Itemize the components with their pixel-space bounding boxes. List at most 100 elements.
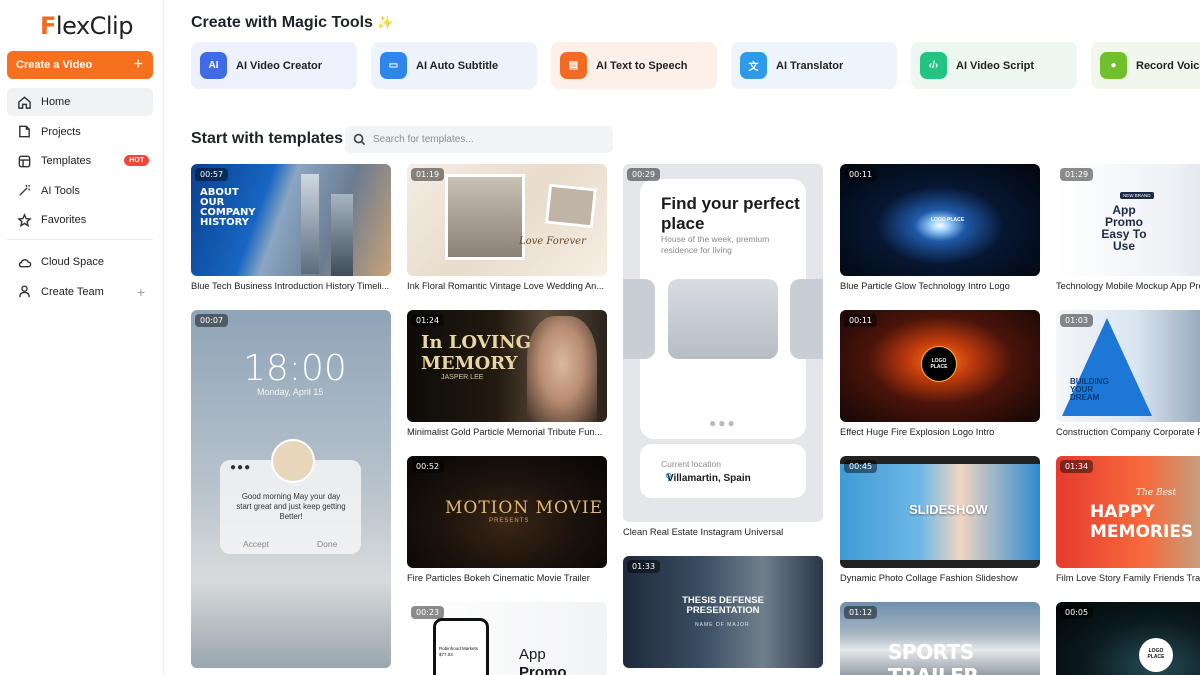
template-card-thesis[interactable]: 01:33 THESIS DEFENSE PRESENTATION NAME O…	[623, 556, 823, 668]
couple-photo	[545, 183, 597, 229]
template-card-real-estate[interactable]: ●●● 00:29 Find your perfect place House …	[623, 164, 823, 537]
thumbnail-text: Love Forever	[519, 236, 586, 247]
template-thumbnail[interactable]: 01:29 NEW BRAND App Promo Easy To Use	[1056, 164, 1200, 276]
template-title: Effect Huge Fire Explosion Logo Intro	[840, 427, 995, 437]
phone-text: Robinhood Markets $77.03	[439, 646, 479, 657]
tool-ai-translator[interactable]: 文 AI Translator	[731, 42, 897, 89]
tool-label: AI Video Script	[956, 59, 1035, 72]
duration-badge: 01:24	[411, 314, 445, 327]
template-card-clock[interactable]: 00:07 18:00 Monday, April 15 ●●● Good mo…	[191, 310, 391, 668]
tool-label: AI Auto Subtitle	[416, 59, 499, 72]
clock-date: Monday, April 15	[257, 387, 324, 397]
tool-label: Record Voice	[1136, 59, 1200, 72]
sidebar-item-create-team[interactable]: Create Team +	[7, 278, 153, 306]
template-card-construction[interactable]: 01:03 BUILDING YOUR DREAM Construction C…	[1056, 310, 1200, 437]
template-title: Dynamic Photo Collage Fashion Slideshow	[840, 573, 1018, 583]
template-card-sports[interactable]: 01:12 SPORTS TRAILER	[840, 602, 1040, 675]
template-title: Ink Floral Romantic Vintage Love Wedding…	[407, 281, 605, 291]
template-thumbnail[interactable]: ●●● 00:29 Find your perfect place House …	[623, 164, 823, 522]
film-strip	[840, 560, 1040, 568]
template-card-fire[interactable]: 00:11 LOGO PLACE Effect Huge Fire Explos…	[840, 310, 1040, 437]
thumbnail-subtext: House of the week, premium residence for…	[661, 234, 770, 255]
template-title: Construction Company Corporate Promo	[1056, 427, 1200, 437]
duration-badge: 00:52	[411, 460, 445, 473]
sidebar-item-projects[interactable]: Projects	[7, 118, 153, 146]
location-value: Villamartin, Spain	[667, 473, 751, 484]
cloud-icon	[16, 254, 32, 270]
logo-placeholder: LOGO PLACE	[930, 358, 948, 370]
template-thumbnail[interactable]: 00:52 MOTION MOVIE PRESENTS	[407, 456, 607, 568]
tool-label: AI Text to Speech	[596, 59, 688, 72]
sidebar-item-ai-tools[interactable]: AI Tools	[7, 177, 153, 205]
template-card-glow[interactable]: 00:11 LOGO PLACE Blue Particle Glow Tech…	[840, 164, 1040, 291]
template-title: Fire Particles Bokeh Cinematic Movie Tra…	[407, 573, 590, 583]
add-team-icon[interactable]: +	[137, 284, 145, 300]
template-thumbnail[interactable]: 01:12 SPORTS TRAILER	[840, 602, 1040, 675]
sidebar-item-home[interactable]: Home	[7, 88, 153, 116]
create-video-button[interactable]: Create a Video +	[7, 51, 153, 79]
plus-icon: +	[133, 56, 143, 73]
template-card-blue-tech[interactable]: 00:57 ABOUT OUR COMPANY HISTORY Blue Tec…	[191, 164, 391, 291]
thumbnail-text: In LOVING MEMORY	[421, 332, 532, 374]
template-thumbnail[interactable]: 00:07 18:00 Monday, April 15 ●●● Good mo…	[191, 310, 391, 668]
sidebar-item-templates[interactable]: Templates HOT	[7, 147, 153, 175]
template-thumbnail[interactable]: 01:33 THESIS DEFENSE PRESENTATION NAME O…	[623, 556, 823, 668]
template-thumbnail[interactable]: 00:23 Robinhood Markets $77.03 App Promo	[407, 602, 607, 675]
sidebar-divider	[7, 239, 153, 240]
template-card-memory[interactable]: 01:24 In LOVING MEMORY JASPER LEE Minima…	[407, 310, 607, 437]
template-thumbnail[interactable]: 00:05 LOGO PLACE	[1056, 602, 1200, 675]
template-card-globe[interactable]: 00:05 LOGO PLACE	[1056, 602, 1200, 675]
ai-video-creator-icon: AI	[200, 52, 227, 79]
template-thumbnail[interactable]: 00:45 SLIDESHOW	[840, 456, 1040, 568]
template-card-love-story[interactable]: 01:34 The Best HAPPY MEMORIES Film Love …	[1056, 456, 1200, 583]
template-title: Minimalist Gold Particle Memorial Tribut…	[407, 427, 603, 437]
thumbnail-name: JASPER LEE	[441, 374, 484, 381]
tool-ai-video-creator[interactable]: AI AI Video Creator	[191, 42, 357, 89]
tool-ai-auto-subtitle[interactable]: ▭ AI Auto Subtitle	[371, 42, 537, 89]
template-thumbnail[interactable]: 00:11 LOGO PLACE	[840, 164, 1040, 276]
accept-label: Accept	[243, 539, 269, 549]
tool-label: AI Video Creator	[236, 59, 322, 72]
duration-badge: 00:29	[627, 168, 661, 181]
template-card-slideshow[interactable]: 00:45 SLIDESHOW Dynamic Photo Collage Fa…	[840, 456, 1040, 583]
templates-heading: Start with templates	[191, 130, 344, 147]
magic-tools-heading: Create with Magic Tools ✨	[191, 14, 393, 32]
sidebar-item-label: Home	[41, 96, 71, 108]
template-thumbnail[interactable]: 01:24 In LOVING MEMORY JASPER LEE	[407, 310, 607, 422]
sidebar-item-label: AI Tools	[41, 184, 80, 197]
carousel-dots: ●●●	[709, 416, 737, 430]
sidebar-item-favorites[interactable]: Favorites	[7, 206, 153, 234]
more-dots-icon: ●●●	[230, 462, 252, 473]
thumbnail-badge: NEW BRAND	[1120, 192, 1154, 199]
template-card-motion[interactable]: 00:52 MOTION MOVIE PRESENTS Fire Particl…	[407, 456, 607, 583]
template-search[interactable]	[345, 126, 613, 153]
template-card-app-robinhood[interactable]: 00:23 Robinhood Markets $77.03 App Promo	[407, 602, 607, 675]
thumbnail-text: SLIDESHOW	[909, 502, 988, 517]
duration-badge: 00:11	[844, 314, 878, 327]
template-title: Technology Mobile Mockup App Promo	[1056, 281, 1200, 291]
template-card-floral[interactable]: 01:19 Love Forever Ink Floral Romantic V…	[407, 164, 607, 291]
flexclip-logo[interactable]: FlexClip	[40, 12, 133, 40]
duration-badge: 00:45	[844, 460, 878, 473]
sidebar-item-cloud-space[interactable]: Cloud Space	[7, 248, 153, 276]
magic-wand-icon	[16, 183, 32, 199]
duration-badge: 01:34	[1060, 460, 1094, 473]
template-card-app-promo[interactable]: 01:29 NEW BRAND App Promo Easy To Use Te…	[1056, 164, 1200, 291]
room-photo	[623, 279, 655, 359]
thumbnail-text: THESIS DEFENSE PRESENTATION	[682, 595, 764, 616]
done-label: Done	[317, 539, 338, 549]
tool-ai-text-to-speech[interactable]: ▤ AI Text to Speech	[551, 42, 717, 89]
sidebar-item-label: Projects	[41, 125, 81, 138]
projects-icon	[16, 124, 32, 140]
template-thumbnail[interactable]: 01:03 BUILDING YOUR DREAM	[1056, 310, 1200, 422]
search-input[interactable]	[373, 134, 593, 145]
thumbnail-text: MOTION MOVIE	[445, 498, 604, 518]
tool-ai-video-script[interactable]: ‹/› AI Video Script	[911, 42, 1077, 89]
template-thumbnail[interactable]: 01:19 Love Forever	[407, 164, 607, 276]
tool-record-voice[interactable]: ● Record Voice	[1091, 42, 1200, 89]
template-thumbnail[interactable]: 01:34 The Best HAPPY MEMORIES	[1056, 456, 1200, 568]
template-thumbnail[interactable]: 00:57 ABOUT OUR COMPANY HISTORY	[191, 164, 391, 276]
template-thumbnail[interactable]: 00:11 LOGO PLACE	[840, 310, 1040, 422]
user-icon	[16, 284, 32, 300]
magic-tools-title: Create with Magic Tools	[191, 14, 373, 31]
